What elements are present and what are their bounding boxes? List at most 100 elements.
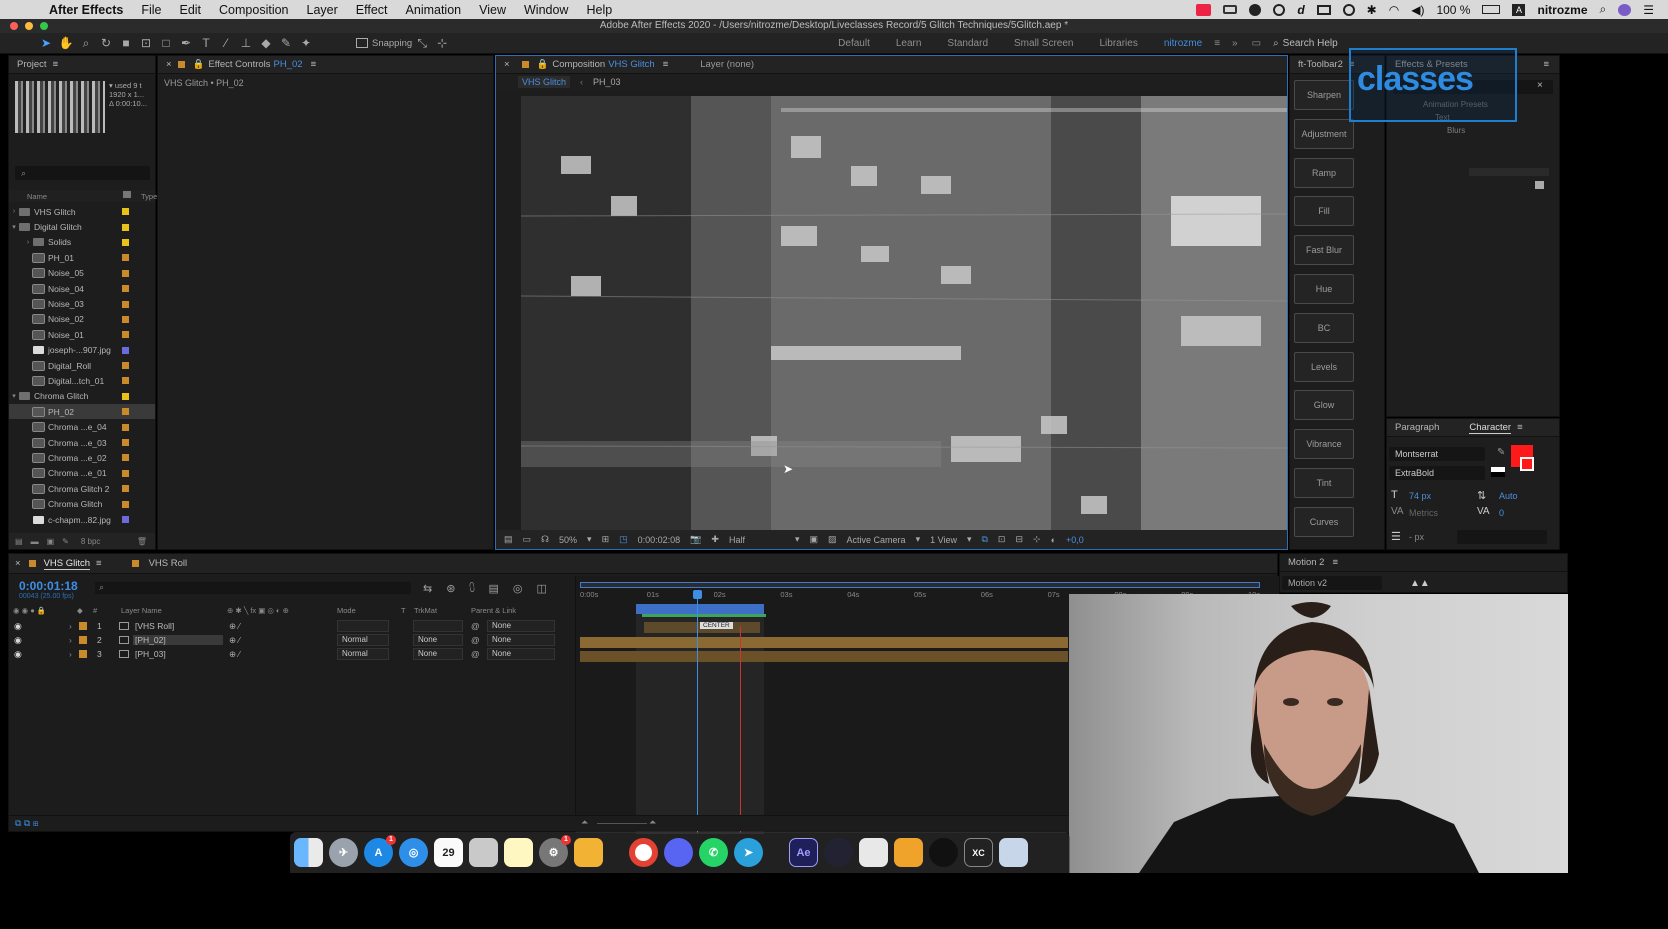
toolbar2-button-adjustment[interactable]: Adjustment — [1294, 118, 1354, 149]
finder-icon[interactable] — [294, 838, 323, 867]
scroll-track[interactable] — [1469, 168, 1549, 176]
toolbar2-button-levels[interactable]: Levels — [1294, 351, 1354, 382]
font-family-dropdown[interactable]: Montserrat — [1389, 447, 1485, 461]
always-preview-icon[interactable]: ▤ — [504, 534, 513, 545]
frame-blending-icon[interactable]: ▤ — [488, 582, 498, 595]
close-tab-icon[interactable]: × — [15, 558, 21, 569]
toolbar2-button-fill[interactable]: Fill — [1294, 196, 1354, 227]
label-color-swatch[interactable] — [79, 622, 87, 630]
paw-icon[interactable] — [859, 838, 888, 867]
project-item[interactable]: Chroma ...e_04 — [9, 419, 155, 434]
zoom-in-icon[interactable]: ⏶ — [649, 817, 656, 828]
project-item[interactable]: › VHS Glitch — [9, 204, 155, 219]
whatsapp-icon[interactable]: ✆ — [699, 838, 728, 867]
project-title[interactable]: Project — [17, 59, 47, 70]
label-color-swatch[interactable] — [122, 500, 129, 508]
timeline-tab-vhs-roll[interactable]: VHS Roll — [149, 558, 188, 569]
track-matte-dropdown[interactable] — [413, 620, 463, 632]
marker-center[interactable]: CENTER — [700, 622, 733, 629]
home-icon[interactable] — [16, 34, 36, 52]
creative-cloud-icon[interactable] — [1249, 3, 1262, 16]
new-item-icon[interactable] — [1535, 181, 1544, 189]
project-item[interactable]: Chroma Glitch 2 — [9, 481, 155, 496]
tree-item-blurs[interactable]: Blurs — [1423, 124, 1488, 137]
snap-target-icon[interactable]: ⊹ — [432, 34, 452, 52]
menu-help[interactable]: Help — [577, 3, 621, 17]
project-item[interactable]: Chroma ...e_01 — [9, 466, 155, 481]
panel-menu-icon[interactable]: ≡ — [1332, 557, 1338, 568]
eraser-tool-icon[interactable]: ◆ — [256, 34, 276, 52]
brush-tool-icon[interactable]: ⁄ — [216, 34, 236, 52]
chevron-down-icon[interactable]: ▾ — [967, 534, 972, 545]
project-item[interactable]: Noise_03 — [9, 296, 155, 311]
visibility-eye-icon[interactable]: ◉ — [14, 621, 22, 632]
search-help-input[interactable]: Search Help — [1283, 38, 1338, 49]
time-machine-icon[interactable] — [1342, 3, 1355, 16]
panel-menu-icon[interactable]: ≡ — [53, 59, 59, 70]
blend-mode-dropdown[interactable]: Normal — [337, 648, 389, 660]
pick-whip-icon[interactable]: @ — [471, 649, 480, 659]
label-color-swatch[interactable] — [122, 392, 129, 400]
menu-window[interactable]: Window — [515, 3, 577, 17]
timeline-search-input[interactable]: ⌕ — [95, 582, 411, 594]
toggle-pixel-aspect-icon[interactable]: ⧉ — [981, 534, 987, 545]
close-window-button[interactable] — [10, 22, 18, 30]
blend-mode-dropdown[interactable] — [337, 620, 389, 632]
column-type[interactable]: Type — [141, 192, 157, 201]
toolbar2-button-tint[interactable]: Tint — [1294, 468, 1354, 498]
parent-dropdown[interactable]: None — [487, 620, 555, 632]
pan-behind-tool-icon[interactable]: ⊡ — [136, 34, 156, 52]
comp-mini-flowchart-icon[interactable]: ⇆ — [423, 582, 432, 595]
battery-status[interactable]: 100 % — [1436, 3, 1470, 17]
project-item[interactable]: ▾ Digital Glitch — [9, 219, 155, 234]
leading-value[interactable]: Auto — [1499, 491, 1518, 501]
label-color-swatch[interactable] — [122, 285, 129, 293]
shy-layers-icon[interactable]: ⩇ — [469, 582, 474, 595]
magnification-dropdown[interactable]: 50% — [559, 535, 577, 545]
menu-file[interactable]: File — [132, 3, 170, 17]
project-item[interactable]: c-chapm...82.jpg — [9, 512, 155, 527]
input-source-icon[interactable]: A — [1512, 3, 1526, 16]
discord-icon[interactable] — [664, 838, 693, 867]
clone-stamp-tool-icon[interactable]: ⊥ — [236, 34, 256, 52]
label-color-swatch[interactable] — [122, 362, 129, 370]
region-icon[interactable]: ◳ — [619, 534, 628, 545]
label-color-swatch[interactable] — [122, 469, 129, 477]
project-item[interactable]: Noise_02 — [9, 312, 155, 327]
new-comp-icon[interactable]: ▣ — [47, 537, 55, 546]
project-item[interactable]: joseph-...907.jpg — [9, 343, 155, 358]
zoom-out-icon[interactable]: ⏶ — [581, 817, 588, 828]
effect-controls-tab[interactable]: Effect Controls — [208, 59, 270, 70]
visibility-eye-icon[interactable]: ◉ — [14, 635, 22, 646]
toolbar2-button-vibrance[interactable]: Vibrance — [1294, 429, 1354, 460]
tracking-value[interactable]: 0 — [1499, 508, 1504, 518]
chevron-down-icon[interactable]: ▾ — [795, 534, 800, 545]
new-folder-icon[interactable]: ▬ — [31, 537, 39, 546]
current-time-display[interactable]: 0:00:02:08 — [638, 535, 681, 545]
composition-tab-name[interactable]: VHS Glitch — [608, 59, 654, 70]
workspace-libraries[interactable]: Libraries — [1099, 38, 1137, 49]
column-name[interactable]: Name — [27, 192, 47, 201]
close-tab-icon[interactable]: × — [504, 59, 510, 70]
cinema4d-icon[interactable] — [824, 838, 853, 867]
bluetooth-icon[interactable]: ✱ — [1367, 3, 1377, 17]
playhead[interactable] — [693, 590, 702, 833]
snapping-checkbox[interactable] — [356, 38, 368, 48]
layer2-bar[interactable] — [580, 637, 1068, 648]
rectangle-tool-icon[interactable]: □ — [156, 34, 176, 52]
hand-tool-icon[interactable]: ✋ — [56, 34, 76, 52]
workspace-small-screen[interactable]: Small Screen — [1014, 38, 1073, 49]
panel-layout-icon[interactable]: ▭ — [1252, 38, 1261, 49]
panel-menu-icon[interactable]: ≡ — [1517, 422, 1523, 433]
layer-name[interactable]: [PH_02] — [133, 635, 223, 645]
vr-icon[interactable]: ▭ — [523, 534, 532, 545]
tab-character[interactable]: Character — [1469, 422, 1512, 434]
menu-composition[interactable]: Composition — [210, 3, 297, 17]
color-channels-icon[interactable]: ✚ — [711, 534, 719, 545]
pick-whip-icon[interactable]: @ — [471, 635, 480, 645]
stroke-color-swatch[interactable] — [1520, 457, 1534, 471]
cleanmymac-icon[interactable] — [574, 838, 603, 867]
toolbar2-button-sharpen[interactable]: Sharpen — [1294, 80, 1354, 110]
project-item[interactable]: ▾ Chroma Glitch — [9, 389, 155, 404]
project-item[interactable]: Noise_05 — [9, 266, 155, 281]
